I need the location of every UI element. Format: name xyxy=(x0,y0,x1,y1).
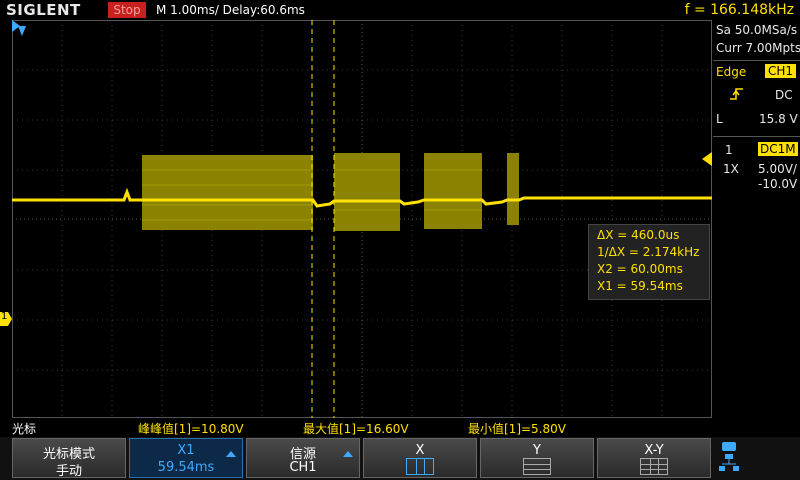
trigger-level-label: L xyxy=(716,112,723,126)
cursor-y-button[interactable]: Y xyxy=(480,438,594,478)
measure-minimum: 最小值[1]=5.80V xyxy=(468,422,566,436)
trigger-coupling: DC xyxy=(775,88,793,102)
separator xyxy=(713,136,800,137)
cursor-x-button[interactable]: X xyxy=(363,438,477,478)
cursor-xy-icon xyxy=(640,458,668,475)
inverse-delta-x: 1/ΔX = 2.174kHz xyxy=(597,245,700,259)
channel-1-info[interactable]: 1 DC1M 1X 5.00V/ -10.0V xyxy=(713,140,800,192)
trigger-type: Edge xyxy=(716,65,747,79)
delta-x: ΔX = 460.0us xyxy=(597,228,680,242)
network-icon xyxy=(719,442,739,471)
cursor-mode-button[interactable]: 光标模式 手动 xyxy=(12,438,126,479)
signal-burst-3 xyxy=(424,153,482,229)
x1-cursor-button[interactable]: X1 59.54ms xyxy=(129,438,243,478)
cursor-measurement-box: ΔX = 460.0us 1/ΔX = 2.174kHz X2 = 60.00m… xyxy=(588,224,710,300)
channel-number: 1 xyxy=(725,143,733,157)
adjust-arrow-icon xyxy=(343,451,353,457)
channel-1-offset-marker[interactable]: 1 xyxy=(0,311,12,326)
brand-logo: SIGLENT xyxy=(6,1,81,19)
timebase-readout: M 1.00ms/ Delay:60.6ms xyxy=(156,3,305,17)
source-button[interactable]: 信源 CH1 xyxy=(246,438,360,478)
signal-burst-4 xyxy=(507,153,519,225)
trigger-level-value: 15.8 V xyxy=(759,112,798,126)
adjust-arrow-icon xyxy=(226,451,236,457)
probe-ratio: 1X xyxy=(723,162,739,176)
memory-depth: Curr 7.00Mpts xyxy=(716,41,800,55)
cursor-xy-button[interactable]: X-Y xyxy=(597,438,711,478)
softkey-label: X xyxy=(415,443,425,458)
measure-bar: 光标 峰峰值[1]=10.80V 最大值[1]=16.60V 最小值[1]=5.… xyxy=(0,418,800,436)
softkey-label: Y xyxy=(533,443,541,458)
trigger-source-badge[interactable]: CH1 xyxy=(765,64,797,78)
softkey-value: 59.54ms xyxy=(157,460,215,475)
softkey-label: X-Y xyxy=(644,443,664,458)
trigger-level-marker[interactable] xyxy=(702,152,712,166)
right-info-panel: Sa 50.0MSa/s Curr 7.00Mpts Edge CH1 DC L… xyxy=(713,20,800,418)
top-status-bar: SIGLENT Stop M 1.00ms/ Delay:60.6ms f = … xyxy=(0,0,800,20)
run-stop-status[interactable]: Stop xyxy=(108,2,146,18)
vertical-offset: -10.0V xyxy=(758,177,798,191)
cursor-y-icon xyxy=(523,458,551,475)
x1-value: X1 = 59.54ms xyxy=(597,279,683,293)
waveform-display[interactable] xyxy=(12,20,712,418)
signal-burst-1 xyxy=(142,155,313,230)
sample-rate: Sa 50.0MSa/s xyxy=(716,23,798,37)
trigger-position-arrow-down xyxy=(18,26,26,36)
channel-1-marker-label: 1 xyxy=(1,311,8,322)
cursor-x-icon xyxy=(406,458,434,475)
separator xyxy=(713,60,800,61)
frequency-counter: f = 166.148kHz xyxy=(684,2,794,18)
softkey-bar: 光标模式 手动 X1 59.54ms 信源 CH1 X Y X-Y xyxy=(0,437,800,480)
measure-maximum: 最大值[1]=16.60V xyxy=(303,422,409,436)
softkey-value: 手动 xyxy=(55,464,82,479)
softkey-value: CH1 xyxy=(289,460,317,475)
signal-burst-2 xyxy=(334,153,400,231)
measure-title: 光标 xyxy=(12,422,37,436)
x2-value: X2 = 60.00ms xyxy=(597,262,683,276)
network-status[interactable] xyxy=(718,440,748,476)
trigger-edge-icon xyxy=(730,88,743,100)
measure-peak-to-peak: 峰峰值[1]=10.80V xyxy=(138,422,244,436)
vertical-scale: 5.00V/ xyxy=(758,162,797,176)
channel-impedance-badge: DC1M xyxy=(758,142,798,156)
